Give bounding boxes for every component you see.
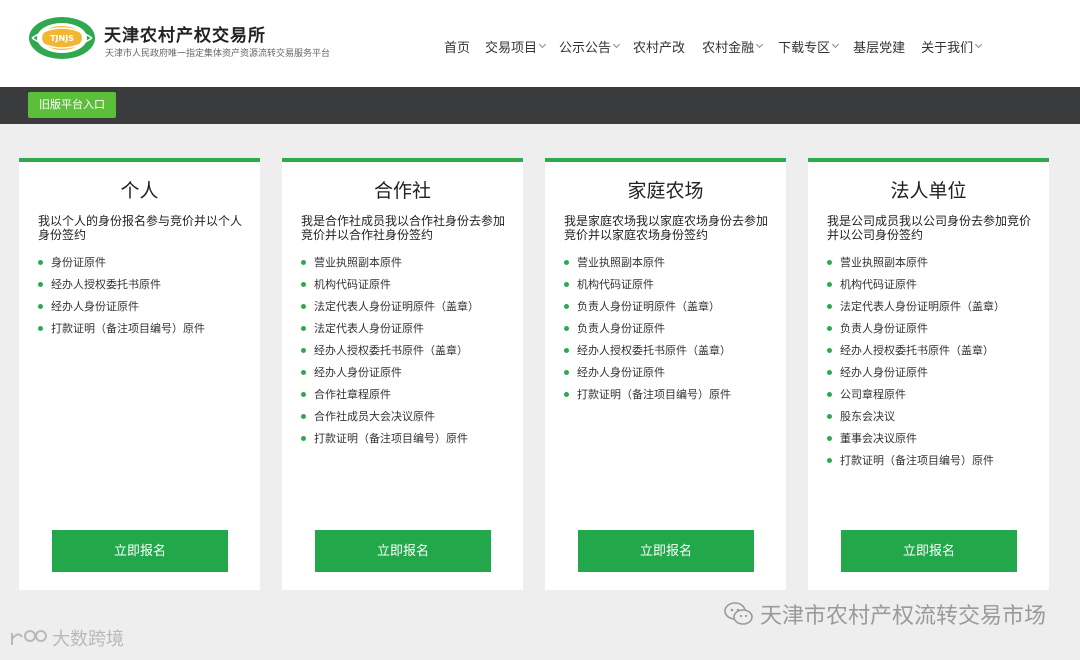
list-item: 经办人授权委托书原件: [38, 278, 205, 300]
list-item: 经办人身份证原件: [564, 366, 731, 388]
nav-label: 下载专区: [778, 41, 831, 56]
card-description: 我是合作社成员我以合作社身份去参加竞价并以合作社身份签约: [301, 214, 506, 242]
list-item: 打款证明（备注项目编号）原件: [38, 322, 205, 344]
chevron-down-icon: [832, 40, 840, 49]
watermark-wechat: 天津市农村产权流转交易市场: [724, 598, 1046, 630]
watermark-corner: 大数跨境: [8, 625, 124, 651]
tjnjs-logo-icon[interactable]: TJNJS: [28, 16, 96, 60]
list-item: 营业执照副本原件: [301, 256, 479, 278]
list-item: 负责人身份证明原件（盖章）: [564, 300, 731, 322]
list-item: 打款证明（备注项目编号）原件: [564, 388, 731, 410]
list-item: 合作社章程原件: [301, 388, 479, 410]
nav-label: 交易项目: [485, 41, 538, 56]
card-title: 合作社: [373, 180, 431, 202]
list-item: 经办人授权委托书原件（盖章）: [564, 344, 731, 366]
site-subtitle: 天津市人民政府唯一指定集体资产资源流转交易服务平台: [105, 49, 331, 59]
register-button[interactable]: 立即报名: [52, 530, 228, 572]
requirements-list: 身份证原件 经办人授权委托书原件 经办人身份证原件 打款证明（备注项目编号）原件: [38, 256, 205, 344]
list-item: 营业执照副本原件: [564, 256, 731, 278]
nav-announcements[interactable]: 公示公告: [559, 37, 621, 56]
card-cooperative: 合作社 我是合作社成员我以合作社身份去参加竞价并以合作社身份签约 营业执照副本原…: [282, 158, 523, 590]
chevron-down-icon: [975, 40, 983, 49]
list-item: 法定代表人身份证原件: [301, 322, 479, 344]
card-title: 家庭农场: [627, 180, 704, 202]
nav-trading-projects[interactable]: 交易项目: [485, 37, 547, 56]
list-item: 打款证明（备注项目编号）原件: [301, 432, 479, 454]
nav-label: 农村产改: [633, 41, 686, 56]
site-title[interactable]: 天津农村产权交易所: [104, 21, 266, 46]
main-nav: 首页 交易项目 公示公告 农村产改 农村金融 下载专区 基层党建 关于我们: [444, 37, 983, 56]
card-title: 个人: [120, 180, 159, 202]
list-item: 董事会决议原件: [827, 432, 1005, 454]
nav-rural-reform[interactable]: 农村产改: [633, 37, 685, 56]
nav-label: 首页: [444, 41, 471, 56]
list-item: 机构代码证原件: [827, 278, 1005, 300]
nav-label: 基层党建: [853, 41, 906, 56]
requirements-list: 营业执照副本原件 机构代码证原件 负责人身份证明原件（盖章） 负责人身份证原件 …: [564, 256, 731, 410]
chevron-down-icon: [613, 40, 621, 49]
watermark-text: 大数跨境: [52, 629, 124, 650]
card-description: 我以个人的身份报名参与竞价并以个人身份签约: [38, 214, 243, 242]
nav-party-building[interactable]: 基层党建: [853, 37, 905, 56]
watermark-text: 天津市农村产权流转交易市场: [759, 604, 1046, 629]
list-item: 法定代表人身份证明原件（盖章）: [301, 300, 479, 322]
list-item: 经办人身份证原件: [301, 366, 479, 388]
card-title: 法人单位: [890, 180, 967, 202]
wechat-icon: [724, 602, 753, 625]
card-family-farm: 家庭农场 我是家庭农场我以家庭农场身份去参加竞价并以家庭农场身份签约 营业执照副…: [545, 158, 786, 590]
list-item: 负责人身份证原件: [827, 322, 1005, 344]
list-item: 经办人身份证原件: [827, 366, 1005, 388]
list-item: 负责人身份证原件: [564, 322, 731, 344]
requirements-list: 营业执照副本原件 机构代码证原件 法定代表人身份证明原件（盖章） 负责人身份证原…: [827, 256, 1005, 476]
list-item: 经办人授权委托书原件（盖章）: [827, 344, 1005, 366]
requirements-list: 营业执照副本原件 机构代码证原件 法定代表人身份证明原件（盖章） 法定代表人身份…: [301, 256, 479, 454]
nav-downloads[interactable]: 下载专区: [778, 37, 840, 56]
list-item: 法定代表人身份证明原件（盖章）: [827, 300, 1005, 322]
logo-text: TJNJS: [50, 34, 74, 43]
card-description: 我是家庭农场我以家庭农场身份去参加竞价并以家庭农场身份签约: [564, 214, 769, 242]
list-item: 合作社成员大会决议原件: [301, 410, 479, 432]
chevron-down-icon: [538, 40, 547, 49]
card-individual: 个人 我以个人的身份报名参与竞价并以个人身份签约 身份证原件 经办人授权委托书原…: [19, 158, 260, 590]
nav-label: 农村金融: [702, 41, 755, 56]
list-item: 公司章程原件: [827, 388, 1005, 410]
nav-label: 关于我们: [921, 41, 974, 56]
register-button[interactable]: 立即报名: [578, 530, 754, 572]
list-item: 机构代码证原件: [564, 278, 731, 300]
card-description: 我是公司成员我以公司身份去参加竞价并以公司身份签约: [827, 214, 1032, 242]
chevron-down-icon: [756, 40, 764, 49]
site-header: TJNJS 天津农村产权交易所 天津市人民政府唯一指定集体资产资源流转交易服务平…: [0, 0, 1080, 87]
sub-toolbar: 旧版平台入口: [0, 87, 1080, 124]
nav-about-us[interactable]: 关于我们: [921, 37, 983, 56]
list-item: 营业执照副本原件: [827, 256, 1005, 278]
list-item: 机构代码证原件: [301, 278, 479, 300]
brand-mark-icon: [11, 630, 47, 645]
nav-label: 公示公告: [559, 41, 612, 56]
list-item: 股东会决议: [827, 410, 1005, 432]
list-item: 经办人授权委托书原件（盖章）: [301, 344, 479, 366]
list-item: 身份证原件: [38, 256, 205, 278]
register-button[interactable]: 立即报名: [315, 530, 491, 572]
list-item: 打款证明（备注项目编号）原件: [827, 454, 1005, 476]
card-legal-entity: 法人单位 我是公司成员我以公司身份去参加竞价并以公司身份签约 营业执照副本原件 …: [808, 158, 1049, 590]
nav-home[interactable]: 首页: [444, 37, 470, 56]
list-item: 经办人身份证原件: [38, 300, 205, 322]
old-platform-button[interactable]: 旧版平台入口: [28, 92, 116, 118]
register-button[interactable]: 立即报名: [841, 530, 1017, 572]
nav-rural-finance[interactable]: 农村金融: [702, 37, 764, 56]
